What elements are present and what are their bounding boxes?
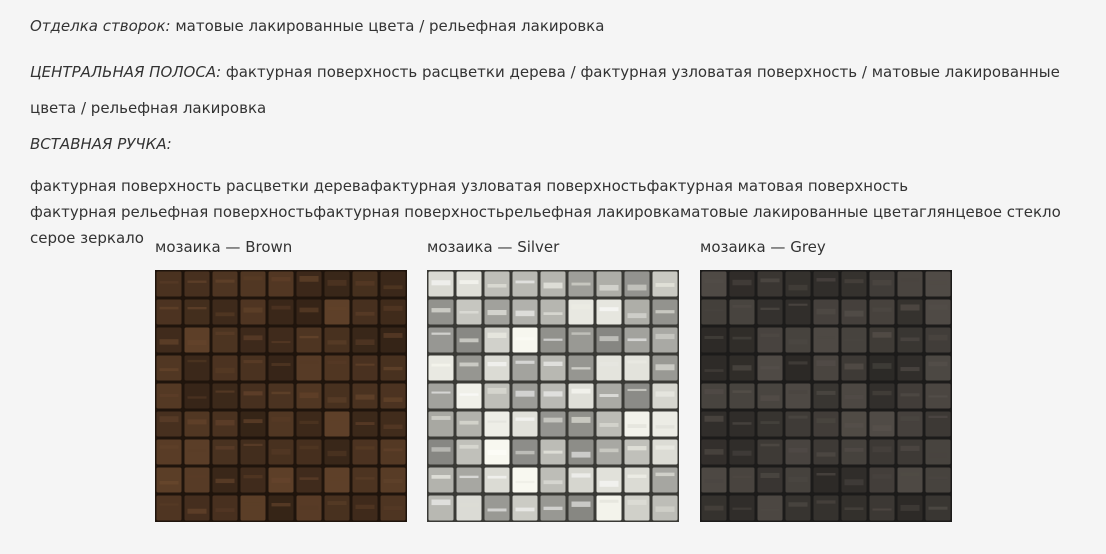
center-strip-value: фактурная поверхность расцветки дерева /… <box>221 63 1060 81</box>
handle-finishes-line-2: фактурная рельефная поверхностьфактурная… <box>30 203 1061 221</box>
swatch-caption: мозаика — Silver <box>427 238 560 256</box>
handle-label: ВСТАВНАЯ РУЧКА: <box>30 135 172 153</box>
sash-finish-label: Отделка створок: <box>30 17 171 35</box>
brown-mosaic-image <box>155 270 407 522</box>
center-strip-line-continued: цвета / рельефная лакировка <box>30 99 267 117</box>
silver-mosaic-image <box>427 270 679 522</box>
sash-finish-line: Отделка створок: матовые лакированные цв… <box>30 17 604 35</box>
swatch-silver: мозаика — Silver <box>427 238 679 522</box>
grey-mosaic-image <box>700 270 952 522</box>
center-strip-line: ЦЕНТРАЛЬНАЯ ПОЛОСА: фактурная поверхност… <box>30 63 1060 81</box>
sash-finish-value: матовые лакированные цвета / рельефная л… <box>170 17 605 35</box>
swatch-grey: мозаика — Grey <box>700 238 952 522</box>
swatch-caption: мозаика — Grey <box>700 238 826 256</box>
swatch-caption: мозаика — Brown <box>155 238 293 256</box>
swatch-brown: мозаика — Brown <box>155 238 407 522</box>
handle-finishes-line-1: фактурная поверхность расцветки деревафа… <box>30 177 909 195</box>
center-strip-label: ЦЕНТРАЛЬНАЯ ПОЛОСА: <box>30 63 222 81</box>
handle-finishes-line-3: серое зеркало <box>30 229 144 247</box>
